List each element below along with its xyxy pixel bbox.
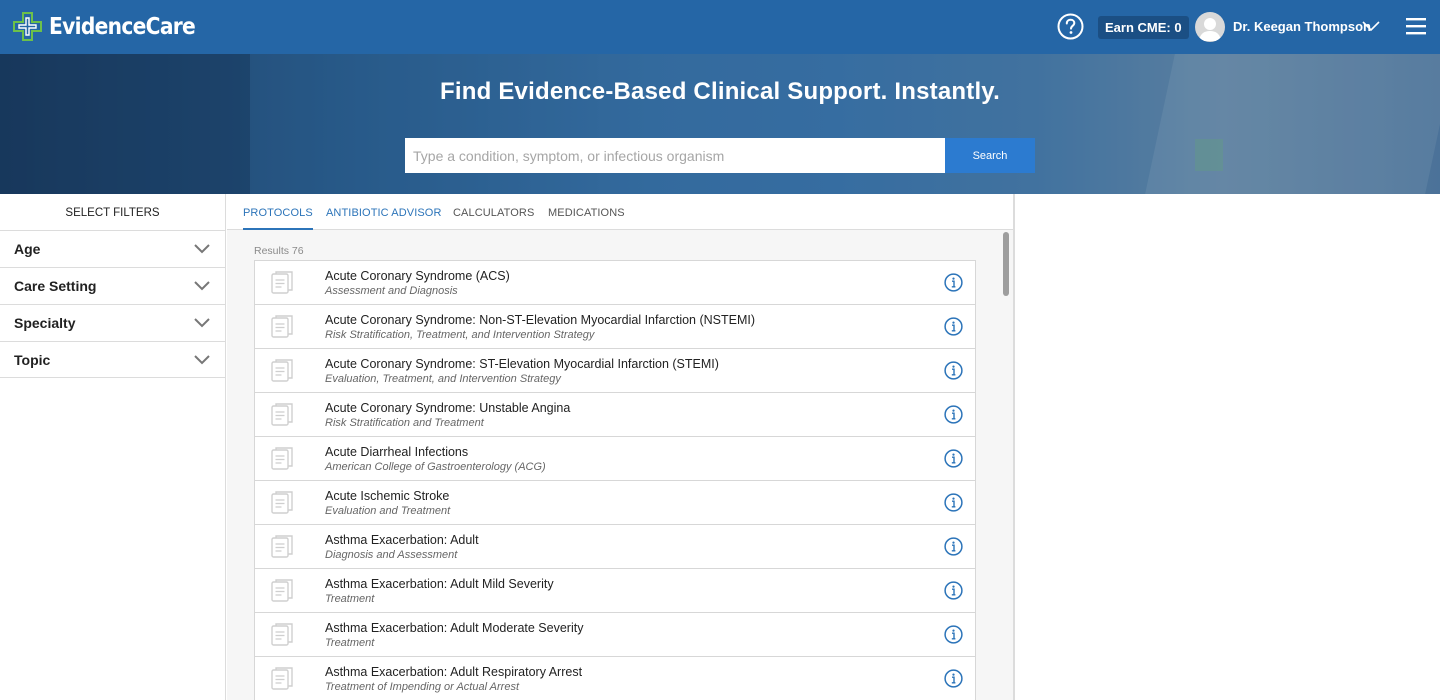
info-icon[interactable] [944, 317, 963, 336]
filter-specialty[interactable]: Specialty [0, 304, 225, 341]
protocol-subtitle: Risk Stratification, Treatment, and Inte… [325, 329, 595, 341]
document-icon [271, 579, 293, 603]
protocol-title: Asthma Exacerbation: Adult [325, 533, 479, 547]
document-icon [271, 623, 293, 647]
protocol-title: Acute Diarrheal Infections [325, 445, 469, 459]
panel-divider [1013, 194, 1015, 700]
protocol-list-item[interactable]: Acute Coronary Syndrome: Non-ST-Elevatio… [255, 305, 975, 349]
document-icon [271, 315, 293, 339]
document-icon [271, 667, 293, 691]
protocol-title: Acute Ischemic Stroke [325, 489, 450, 503]
tab-protocols[interactable]: PROTOCOLS [243, 194, 313, 230]
document-icon [271, 271, 293, 295]
protocol-subtitle: Risk Stratification and Treatment [325, 417, 484, 429]
filter-label: Care Setting [14, 278, 97, 294]
protocol-list-item[interactable]: Asthma Exacerbation: Adult Moderate Seve… [255, 613, 975, 657]
info-icon[interactable] [944, 449, 963, 468]
filter-topic[interactable]: Topic [0, 341, 225, 378]
search-input[interactable] [405, 138, 945, 173]
results-list: Acute Coronary Syndrome (ACS) Assessment … [254, 260, 976, 700]
chevron-down-icon [194, 281, 210, 291]
info-icon[interactable] [944, 537, 963, 556]
tab-antibiotic-advisor[interactable]: ANTIBIOTIC ADVISOR [326, 194, 442, 230]
filter-label: Specialty [14, 315, 76, 331]
protocol-subtitle: Evaluation and Treatment [325, 505, 451, 517]
protocol-subtitle: Treatment [325, 637, 375, 649]
chevron-down-icon [194, 355, 210, 365]
info-icon[interactable] [944, 493, 963, 512]
hamburger-menu-icon[interactable] [1406, 16, 1426, 36]
protocol-title: Asthma Exacerbation: Adult Mild Severity [325, 577, 554, 591]
protocol-title: Acute Coronary Syndrome: Unstable Angina [325, 401, 571, 415]
results-count: Results 76 [254, 245, 304, 257]
chevron-down-icon [194, 318, 210, 328]
document-icon [271, 491, 293, 515]
info-icon[interactable] [944, 273, 963, 292]
protocol-subtitle: American College of Gastroenterology (AC… [325, 461, 546, 473]
protocol-list-item[interactable]: Asthma Exacerbation: Adult Respiratory A… [255, 657, 975, 700]
filters-title: SELECT FILTERS [65, 207, 160, 219]
protocol-list-item[interactable]: Acute Ischemic Stroke Evaluation and Trea… [255, 481, 975, 525]
scrollbar[interactable] [1003, 232, 1009, 296]
info-icon[interactable] [944, 581, 963, 600]
document-icon [271, 403, 293, 427]
protocol-title: Acute Coronary Syndrome: Non-ST-Elevatio… [325, 313, 756, 327]
earn-cme-badge[interactable]: Earn CME: 0 [1098, 16, 1189, 39]
info-icon[interactable] [944, 361, 963, 380]
info-icon[interactable] [944, 625, 963, 644]
hero-overlay [0, 54, 1440, 194]
hero-banner: Find Evidence-Based Clinical Support. In… [0, 54, 1440, 194]
content-tabs: PROTOCOLS ANTIBIOTIC ADVISOR CALCULATORS… [227, 194, 1013, 230]
protocol-subtitle: Treatment of Impending or Actual Arrest [325, 681, 520, 693]
protocol-list-item[interactable]: Acute Diarrheal Infections American Colle… [255, 437, 975, 481]
info-icon[interactable] [944, 405, 963, 424]
brand-logo[interactable]: EvidenceCare [13, 12, 215, 42]
protocol-title: Acute Coronary Syndrome (ACS) [325, 269, 510, 283]
protocol-list-item[interactable]: Asthma Exacerbation: Adult Diagnosis and … [255, 525, 975, 569]
protocol-title: Asthma Exacerbation: Adult Respiratory A… [325, 665, 583, 679]
hero-title: Find Evidence-Based Clinical Support. In… [440, 78, 1000, 105]
tab-medications[interactable]: MEDICATIONS [548, 194, 625, 230]
protocol-title: Asthma Exacerbation: Adult Moderate Seve… [325, 621, 584, 635]
protocol-list-item[interactable]: Acute Coronary Syndrome: ST-Elevation My… [255, 349, 975, 393]
protocol-list-item[interactable]: Acute Coronary Syndrome (ACS) Assessment … [255, 261, 975, 305]
help-icon[interactable] [1057, 13, 1084, 40]
protocol-list-item[interactable]: Acute Coronary Syndrome: Unstable Angina… [255, 393, 975, 437]
filter-label: Topic [14, 351, 51, 368]
protocol-list-item[interactable]: Asthma Exacerbation: Adult Mild Severity… [255, 569, 975, 613]
chevron-down-icon [194, 244, 210, 254]
user-name[interactable]: Dr. Keegan Thompson [1233, 19, 1371, 34]
info-icon[interactable] [944, 669, 963, 688]
document-icon [271, 447, 293, 471]
filter-age[interactable]: Age [0, 230, 225, 267]
document-icon [271, 359, 293, 383]
document-icon [271, 535, 293, 559]
user-avatar-icon[interactable] [1195, 12, 1225, 42]
tab-calculators[interactable]: CALCULATORS [453, 194, 534, 230]
filter-label: Age [14, 241, 41, 257]
protocol-subtitle: Treatment [325, 593, 375, 605]
protocol-subtitle: Diagnosis and Assessment [325, 549, 458, 561]
results-panel: Results 76 Acute Coronary Syndrome (ACS)… [227, 230, 1013, 700]
protocol-subtitle: Evaluation, Treatment, and Intervention … [325, 373, 561, 385]
medical-cross-logo-icon [13, 12, 42, 41]
filters-sidebar: SELECT FILTERS Age Care Setting Specialt… [0, 194, 226, 700]
protocol-title: Acute Coronary Syndrome: ST-Elevation My… [325, 357, 719, 371]
filter-care-setting[interactable]: Care Setting [0, 267, 225, 304]
protocol-subtitle: Assessment and Diagnosis [325, 285, 458, 297]
brand-name: EvidenceCare [49, 14, 196, 40]
chevron-down-icon[interactable] [1362, 19, 1380, 33]
top-navbar: EvidenceCare Earn CME: 0 Dr. Keegan Thom… [0, 0, 1440, 54]
search-button[interactable]: Search [945, 138, 1035, 173]
